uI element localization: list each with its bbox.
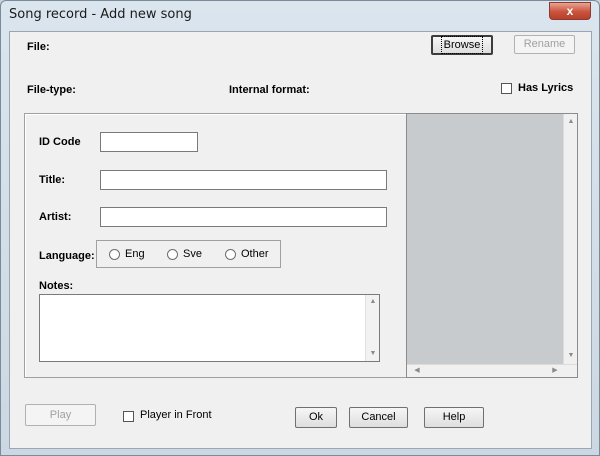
id-code-label: ID Code: [39, 136, 81, 148]
scroll-down-icon[interactable]: ▼: [564, 352, 578, 360]
language-radio-group: Eng Sve Other: [96, 240, 281, 268]
artist-input[interactable]: [100, 207, 387, 227]
rename-button[interactable]: Rename: [514, 35, 575, 54]
scroll-up-icon[interactable]: ▲: [564, 118, 578, 126]
cancel-button[interactable]: Cancel: [349, 407, 408, 428]
id-code-input[interactable]: [100, 132, 198, 152]
has-lyrics-label: Has Lyrics: [518, 82, 574, 94]
play-button[interactable]: Play: [25, 404, 96, 426]
title-input[interactable]: [100, 170, 387, 190]
browse-button[interactable]: Browse: [431, 35, 493, 55]
close-icon: x: [566, 4, 574, 18]
radio-eng[interactable]: [109, 249, 120, 260]
title-bar[interactable]: Song record - Add new song x: [1, 1, 599, 29]
notes-scrollbar[interactable]: ▲ ▼: [365, 295, 379, 361]
scroll-down-icon[interactable]: ▼: [366, 350, 380, 358]
notes-textarea[interactable]: ▲ ▼: [39, 294, 380, 362]
dialog-client: File: Browse Rename File-type: Internal …: [9, 31, 592, 449]
radio-eng-label: Eng: [125, 248, 145, 260]
player-in-front-label: Player in Front: [140, 409, 212, 421]
help-button[interactable]: Help: [424, 407, 484, 428]
close-button[interactable]: x: [549, 2, 591, 20]
title-label: Title:: [39, 174, 66, 186]
preview-horizontal-scrollbar[interactable]: ◀ ▶: [407, 364, 577, 377]
scroll-left-icon[interactable]: ◀: [410, 367, 424, 375]
notes-label: Notes:: [39, 280, 74, 292]
dialog-window: Song record - Add new song x File: Brows…: [0, 0, 600, 456]
preview-vertical-scrollbar[interactable]: ▲ ▼: [563, 114, 577, 364]
scroll-right-icon[interactable]: ▶: [548, 367, 562, 375]
ok-button[interactable]: Ok: [295, 407, 337, 428]
lyrics-preview-pane[interactable]: ▲ ▼ ◀ ▶: [406, 113, 578, 378]
language-label: Language:: [39, 250, 95, 262]
window-title: Song record - Add new song: [9, 7, 192, 22]
scroll-up-icon[interactable]: ▲: [366, 298, 380, 306]
radio-other-label: Other: [241, 248, 269, 260]
artist-label: Artist:: [39, 211, 72, 223]
radio-other[interactable]: [225, 249, 236, 260]
radio-sve-label: Sve: [183, 248, 202, 260]
player-in-front-checkbox[interactable]: [123, 411, 134, 422]
file-label: File:: [27, 41, 50, 53]
internal-format-label: Internal format:: [229, 84, 310, 96]
has-lyrics-checkbox[interactable]: [501, 83, 512, 94]
filetype-label: File-type:: [27, 84, 76, 96]
radio-sve[interactable]: [167, 249, 178, 260]
